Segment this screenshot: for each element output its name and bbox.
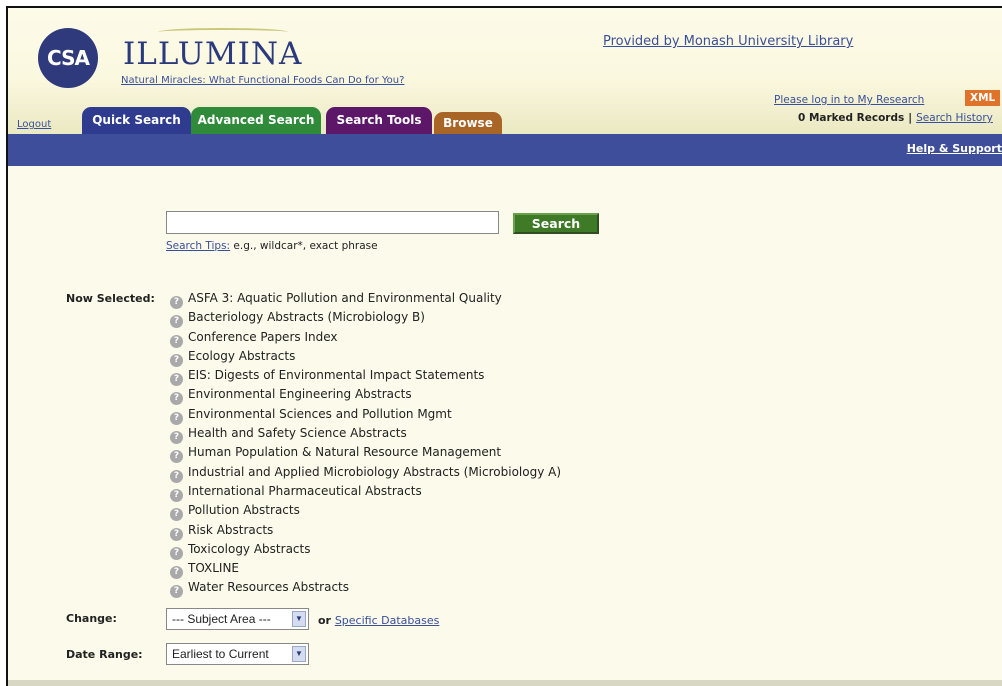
separator: | [908, 112, 913, 124]
database-name: Toxicology Abstracts [188, 541, 311, 556]
search-tips-link[interactable]: Search Tips: [166, 240, 230, 252]
question-circle-icon[interactable]: ? [170, 585, 183, 599]
database-name: Human Population & Natural Resource Mana… [188, 445, 502, 460]
database-item: ? Conference Papers Index [170, 328, 561, 348]
search-input[interactable] [166, 211, 499, 234]
date-range-value: Earliest to Current [172, 647, 269, 661]
database-item: ? Health and Safety Science Abstracts [170, 424, 561, 445]
date-range-select[interactable]: Earliest to Current ▼ [166, 643, 309, 665]
page-frame: CSA ILLUMINA Natural Miracles: What Func… [6, 6, 1002, 686]
database-name: TOXLINE [188, 561, 240, 576]
question-circle-icon[interactable]: ? [170, 566, 183, 580]
question-circle-icon[interactable]: ? [170, 373, 183, 387]
question-circle-icon[interactable]: ? [170, 469, 183, 483]
navbar: Help & Support [8, 134, 1002, 166]
database-name: Pollution Abstracts [188, 503, 300, 518]
search-tips-text: e.g., wildcar*, exact phrase [230, 240, 378, 252]
database-item: ? Industrial and Applied Microbiology Abs… [170, 463, 562, 483]
database-item: ? Human Population & Natural Resource Man… [170, 443, 561, 464]
tab-browse[interactable]: Browse [434, 112, 502, 134]
question-circle-icon[interactable]: ? [170, 353, 183, 367]
question-circle-icon[interactable]: ? [170, 527, 183, 541]
question-circle-icon[interactable]: ? [170, 431, 183, 445]
question-circle-icon[interactable]: ? [170, 488, 183, 502]
database-name: Health and Safety Science Abstracts [188, 426, 407, 441]
csa-logo[interactable]: CSA [38, 28, 98, 88]
database-item: ? Environmental Sciences and Pollution Mg… [170, 405, 561, 425]
xml-badge[interactable]: XML [965, 90, 1001, 106]
database-item: ? Pollution Abstracts [170, 501, 561, 522]
database-name: Industrial and Applied Microbiology Abst… [188, 464, 562, 479]
tab-advanced-search[interactable]: Advanced Search [191, 107, 321, 134]
tab-search-tools[interactable]: Search Tools [326, 107, 432, 134]
database-name: EIS: Digests of Environmental Impact Sta… [188, 368, 485, 383]
tab-quick-search[interactable]: Quick Search [82, 107, 191, 134]
bottom-bar [8, 680, 1002, 686]
brand-subtitle-link[interactable]: Natural Miracles: What Functional Foods … [121, 75, 404, 86]
database-item: ? EIS: Digests of Environmental Impact St… [170, 366, 561, 387]
header: CSA ILLUMINA Natural Miracles: What Func… [8, 8, 1002, 134]
chevron-down-icon[interactable]: ▼ [292, 611, 306, 627]
database-item: ? Water Resources Abstracts [170, 578, 561, 599]
login-my-research-link[interactable]: Please log in to My Research [774, 94, 924, 106]
database-name: Water Resources Abstracts [188, 580, 350, 595]
subject-area-value: --- Subject Area --- [172, 612, 271, 626]
date-range-label: Date Range: [66, 648, 143, 661]
question-circle-icon[interactable]: ? [170, 508, 183, 522]
or-specific-databases: or Specific Databases [318, 614, 439, 627]
database-item: ? Toxicology Abstracts [170, 540, 561, 560]
database-name: Ecology Abstracts [188, 348, 296, 363]
search-history-link[interactable]: Search History [916, 112, 993, 124]
database-name: Risk Abstracts [188, 522, 274, 537]
brand-swoosh [158, 28, 288, 36]
specific-databases-link[interactable]: Specific Databases [335, 614, 440, 627]
help-support-link[interactable]: Help & Support [907, 142, 1002, 155]
database-name: Bacteriology Abstracts (Microbiology B) [188, 310, 425, 325]
database-item: ? ASFA 3: Aquatic Pollution and Environme… [170, 289, 561, 309]
database-item: ? TOXLINE [170, 559, 561, 580]
or-text: or [318, 614, 335, 627]
database-item: ? International Pharmaceutical Abstracts [170, 482, 561, 502]
question-circle-icon[interactable]: ? [170, 296, 183, 309]
database-item: ? Risk Abstracts [170, 521, 561, 541]
question-circle-icon[interactable]: ? [170, 392, 183, 406]
database-item: ? Environmental Engineering Abstracts [170, 385, 561, 406]
provided-by-link[interactable]: Provided by Monash University Library [603, 34, 853, 49]
question-circle-icon[interactable]: ? [170, 450, 183, 464]
subject-area-select[interactable]: --- Subject Area --- ▼ [166, 608, 309, 630]
selected-databases-list: ? ASFA 3: Aquatic Pollution and Environme… [170, 289, 562, 599]
database-name: International Pharmaceutical Abstracts [188, 483, 422, 498]
search-button[interactable]: Search [513, 213, 599, 234]
marked-records-count[interactable]: 0 Marked Records [798, 112, 904, 124]
question-circle-icon[interactable]: ? [170, 546, 183, 560]
database-name: ASFA 3: Aquatic Pollution and Environmen… [188, 291, 502, 305]
question-circle-icon[interactable]: ? [170, 315, 183, 329]
chevron-down-icon[interactable]: ▼ [292, 646, 306, 662]
now-selected-label: Now Selected: [66, 292, 155, 305]
search-tips: Search Tips: e.g., wildcar*, exact phras… [166, 240, 378, 252]
database-item: ? Bacteriology Abstracts (Microbiology B) [170, 308, 561, 329]
marked-records-bar: 0 Marked Records | Search History [798, 112, 993, 124]
database-name: Environmental Engineering Abstracts [188, 387, 412, 402]
logout-link[interactable]: Logout [17, 119, 51, 130]
database-item: ? Ecology Abstracts [170, 347, 561, 367]
question-circle-icon[interactable]: ? [170, 334, 183, 348]
question-circle-icon[interactable]: ? [170, 411, 183, 425]
change-label: Change: [66, 612, 117, 625]
database-name: Conference Papers Index [188, 329, 338, 344]
database-name: Environmental Sciences and Pollution Mgm… [188, 406, 452, 421]
brand-name: ILLUMINA [123, 36, 303, 72]
